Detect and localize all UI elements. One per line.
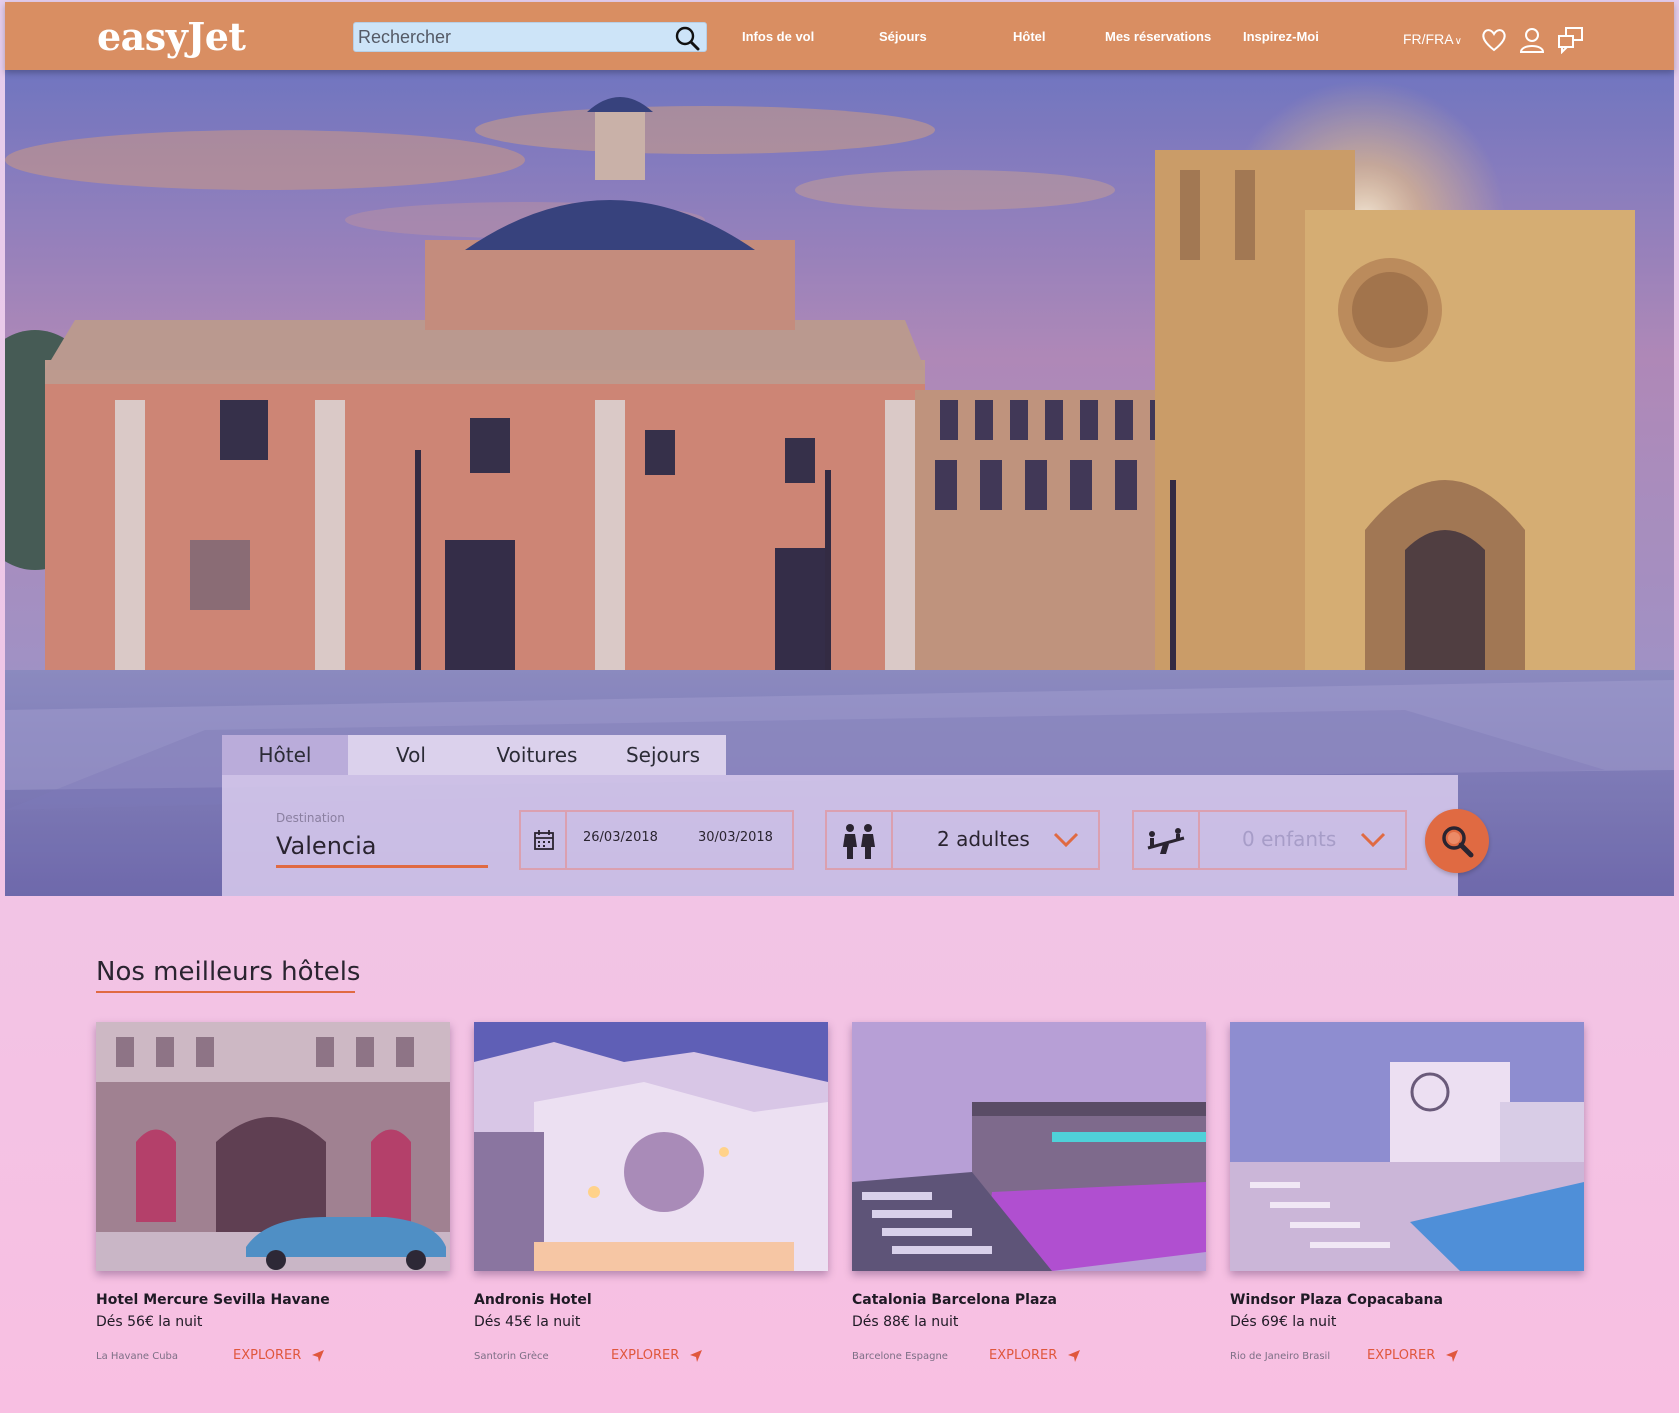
chevron-down-icon[interactable] [1360, 832, 1386, 848]
chevron-down-icon: ∨ [1454, 36, 1462, 47]
tab-voitures[interactable]: Voitures [474, 735, 600, 775]
explore-link[interactable]: EXPLORER [611, 1348, 679, 1363]
adults-icon [843, 824, 875, 859]
children-value: 0 enfants [1242, 827, 1337, 851]
plane-icon[interactable] [311, 1349, 325, 1363]
hotel-location: La Havane Cuba [96, 1351, 179, 1362]
plane-icon[interactable] [1067, 1349, 1081, 1363]
search-icon[interactable] [674, 25, 700, 51]
top-navigation-bar: easyJet Infos de vol Séjours Hôtel Mes r… [5, 2, 1674, 70]
nav-infos-de-vol[interactable]: Infos de vol [742, 29, 814, 44]
hotel-location: Barcelone Espagne [852, 1351, 948, 1362]
hotel-card[interactable]: Windsor Plaza Copacabana Dés 69€ la nuit… [1230, 1022, 1584, 1363]
children-seesaw-icon [1147, 828, 1185, 854]
hotel-card[interactable]: Catalonia Barcelona Plaza Dés 88€ la nui… [852, 1022, 1206, 1363]
hotel-name[interactable]: Catalonia Barcelona Plaza [852, 1292, 1057, 1308]
hotel-image-andronis[interactable] [474, 1022, 828, 1271]
hotel-location: Santorin Grèce [474, 1351, 549, 1362]
heart-icon[interactable] [1480, 26, 1508, 54]
chevron-down-icon[interactable] [1053, 832, 1079, 848]
plane-icon[interactable] [689, 1349, 703, 1363]
calendar-icon [534, 830, 554, 850]
tab-sejours[interactable]: Sejours [600, 735, 726, 775]
hotel-price: Dés 45€ la nuit [474, 1314, 581, 1330]
hotel-card[interactable]: Andronis Hotel Dés 45€ la nuit Santorin … [474, 1022, 828, 1363]
user-icon[interactable] [1518, 26, 1546, 54]
hotel-name[interactable]: Windsor Plaza Copacabana [1230, 1292, 1443, 1308]
hotel-image-mercure[interactable] [96, 1022, 450, 1271]
hotel-price: Dés 88€ la nuit [852, 1314, 959, 1330]
search-icon [1442, 826, 1474, 858]
search-submit-button[interactable] [1425, 809, 1489, 873]
search-input[interactable] [358, 25, 658, 49]
hotel-image-catalonia[interactable] [852, 1022, 1206, 1271]
nav-mes-reservations[interactable]: Mes réservations [1105, 29, 1211, 44]
explore-link[interactable]: EXPLORER [233, 1348, 301, 1363]
hotel-location: Rio de Janeiro Brasil [1230, 1351, 1331, 1362]
nav-inspirez-moi[interactable]: Inspirez-Moi [1243, 29, 1319, 44]
hotel-price: Dés 56€ la nuit [96, 1314, 203, 1330]
children-selector[interactable]: 0 enfants [1132, 810, 1407, 870]
booking-form: Destination Valencia 26/03/2018 30/03/20… [222, 775, 1458, 896]
hotel-price: Dés 69€ la nuit [1230, 1314, 1337, 1330]
chat-icon[interactable] [1557, 26, 1585, 54]
easyjet-logo[interactable]: easyJet [97, 14, 246, 59]
adults-selector[interactable]: 2 adultes [825, 810, 1100, 870]
plane-icon[interactable] [1445, 1349, 1459, 1363]
date-range-field[interactable]: 26/03/2018 30/03/2018 [519, 810, 794, 870]
tab-hotel[interactable]: Hôtel [222, 735, 348, 775]
nav-sejours[interactable]: Séjours [879, 29, 927, 44]
search-box[interactable] [353, 22, 707, 52]
hotel-name[interactable]: Andronis Hotel [474, 1292, 592, 1308]
nav-hotel[interactable]: Hôtel [1013, 29, 1046, 44]
explore-link[interactable]: EXPLORER [1367, 1348, 1435, 1363]
destination-label: Destination [276, 811, 345, 825]
hotel-name[interactable]: Hotel Mercure Sevilla Havane [96, 1292, 330, 1308]
date-from[interactable]: 26/03/2018 [583, 830, 658, 845]
destination-input[interactable]: Valencia [276, 832, 488, 868]
date-to[interactable]: 30/03/2018 [698, 830, 773, 845]
section-title: Nos meilleurs hôtels [96, 957, 361, 987]
hotel-card[interactable]: Hotel Mercure Sevilla Havane Dés 56€ la … [96, 1022, 450, 1363]
language-label: FR/FRA [1403, 31, 1454, 47]
section-underline [96, 991, 355, 993]
language-selector[interactable]: FR/FRA∨ [1403, 31, 1462, 47]
explore-link[interactable]: EXPLORER [989, 1348, 1057, 1363]
tab-vol[interactable]: Vol [348, 735, 474, 775]
adults-value: 2 adultes [937, 827, 1030, 851]
hotel-image-windsor[interactable] [1230, 1022, 1584, 1271]
